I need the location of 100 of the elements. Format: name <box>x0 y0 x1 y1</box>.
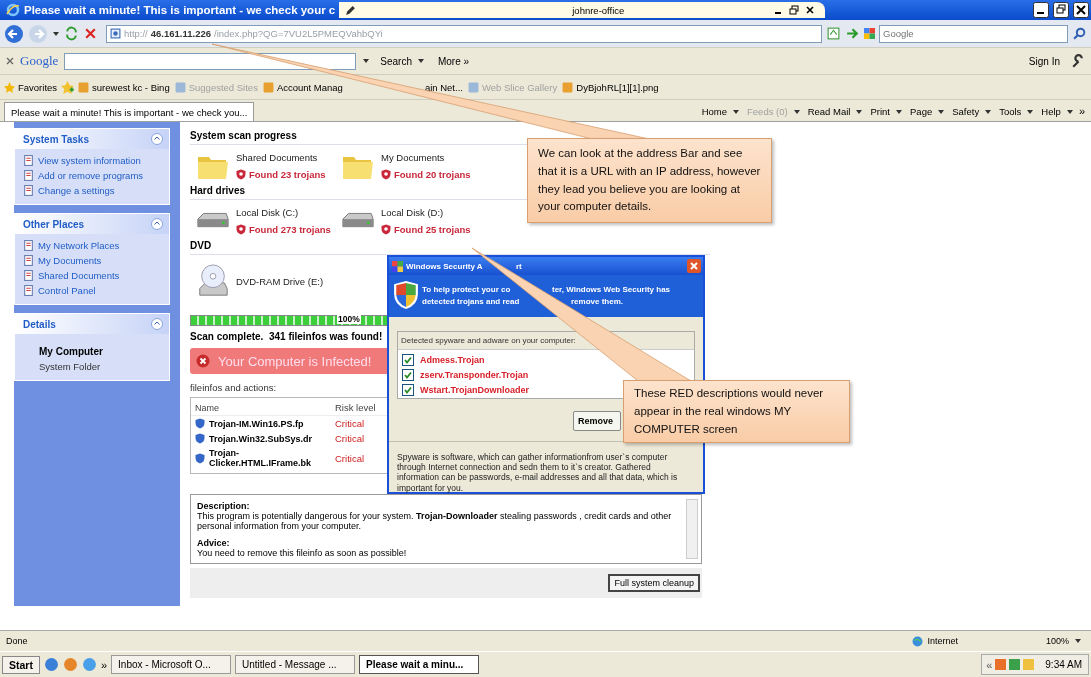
task-link[interactable]: My Network Places <box>38 240 120 251</box>
search-field[interactable] <box>64 52 357 70</box>
task-link[interactable]: My Documents <box>38 255 102 266</box>
taskbar-button[interactable]: Inbox - Microsoft O... <box>111 655 232 674</box>
start-button[interactable]: Start <box>2 655 40 674</box>
sign-in-button[interactable]: Sign In <box>1024 53 1064 69</box>
back-icon[interactable] <box>4 23 24 44</box>
checkbox[interactable] <box>402 369 414 381</box>
threat-name: zserv.Transponder.Trojan <box>420 370 529 380</box>
scan-result: Found 25 trojans <box>394 224 471 235</box>
command-button[interactable]: Tools <box>995 102 1038 121</box>
command-button[interactable]: Page <box>906 102 949 121</box>
panel-title: System Tasks <box>23 133 89 145</box>
security-zone: Internet <box>927 636 958 646</box>
taskbar-button[interactable]: Untitled - Message ... <box>235 655 356 674</box>
callout-note: We can look at the address Bar and see that it is a URL with an IP address, however they lead you believe you are looking at your computer details. <box>527 138 772 224</box>
scan-result: Found 273 trojans <box>249 224 331 235</box>
add-favorite-icon[interactable] <box>60 79 76 95</box>
drive-name: Local Disk (C:) <box>236 207 300 218</box>
collapse-icon[interactable] <box>151 318 163 330</box>
address-bar[interactable]: http:// 46.161.11.226 /index.php?QG=7VU2L5PMEQVahbQYi <box>106 24 822 43</box>
remove-button[interactable]: Remove <box>573 411 621 431</box>
page-icon <box>174 81 186 93</box>
tray-chevron[interactable]: « <box>986 658 993 671</box>
callout-note: These RED descriptions would never appear in the real windows MY COMPUTER screen <box>623 380 850 444</box>
compatibility-icon[interactable] <box>826 26 841 41</box>
panel-title: Other Places <box>23 218 85 230</box>
dialog-footer-text: Spyware is software, which can gather informationfrom user`s computer through Internet connection and sedn them to it`s creator. Gathered information can be passwords, e-mail addresses and all that data, which is important for you. <box>396 451 679 495</box>
command-button[interactable]: Home <box>697 102 744 121</box>
checkbox[interactable] <box>402 354 414 366</box>
scan-summary: Scan complete. 341 fileinfos was found! <box>190 331 383 342</box>
google-logo: Google <box>20 53 59 69</box>
page-icon <box>23 270 34 281</box>
favorites-button[interactable]: Favorites <box>2 79 60 95</box>
advice-text: You need to remove this fileinfo as soon as possible! <box>197 547 408 559</box>
caret-icon <box>793 109 800 114</box>
dropdown-icon[interactable] <box>362 57 371 65</box>
restore-icon[interactable] <box>1053 2 1069 18</box>
drive-name: Local Disk (D:) <box>381 207 445 218</box>
stop-icon[interactable] <box>83 26 98 41</box>
taskbar-button[interactable]: Please wait a minu... <box>359 655 480 674</box>
minimize-icon[interactable] <box>1033 2 1049 18</box>
page-icon <box>467 81 479 93</box>
command-button[interactable]: Read Mail <box>803 102 867 121</box>
clock: 9:34 AM <box>1045 659 1082 670</box>
task-link[interactable]: Shared Documents <box>38 270 120 281</box>
caret-icon <box>856 109 863 114</box>
risk-level: Critical <box>335 433 365 444</box>
close-icon[interactable] <box>805 5 816 15</box>
command-button[interactable]: Print <box>866 102 906 121</box>
caret-icon <box>733 109 740 114</box>
search-field[interactable]: Google <box>879 24 1068 43</box>
item-name: My Computer <box>38 346 104 357</box>
column-header: Name <box>195 402 220 413</box>
zoom-button[interactable]: 100% <box>1041 634 1085 648</box>
status-text: Done <box>6 636 28 646</box>
threat-name: Wstart.TrojanDownloader <box>420 385 529 395</box>
search-icon[interactable] <box>1072 26 1087 41</box>
cleanup-button[interactable]: Full system cleanup <box>608 574 700 592</box>
page-icon <box>23 255 34 266</box>
risk-level: Critical <box>335 418 365 429</box>
caret-icon <box>1075 639 1081 643</box>
panel-title: Details <box>23 318 56 330</box>
collapse-icon[interactable] <box>151 133 163 145</box>
overflow-chevron[interactable]: » <box>1076 105 1087 121</box>
dialog-title: rt <box>516 261 522 271</box>
threat-name: Trojan.Win32.SubSys.dr <box>209 433 313 444</box>
task-link[interactable]: Add or remove programs <box>38 170 144 181</box>
command-button[interactable]: Safety <box>948 102 996 121</box>
go-arrow-icon[interactable] <box>845 26 860 41</box>
error-icon <box>196 354 210 368</box>
dialog-title: Windows Security A <box>406 261 484 271</box>
browser-tab[interactable]: Please wait a minute! This is important - we check you... <box>4 102 255 121</box>
advice-heading: Advice: <box>197 537 230 548</box>
task-link[interactable]: View system information <box>38 155 141 166</box>
scrollbar[interactable] <box>686 499 698 559</box>
more-button[interactable]: More » <box>433 53 474 69</box>
favorite-link[interactable]: surewest kc - Bing <box>76 79 172 95</box>
search-button[interactable]: Search <box>376 53 428 69</box>
restore-icon[interactable] <box>789 5 800 15</box>
collapse-icon[interactable] <box>151 218 163 230</box>
page-icon <box>562 81 574 93</box>
overflow-chevron[interactable]: » <box>100 658 108 671</box>
favorite-link[interactable]: DyBjohRL[1][1].png <box>560 79 661 95</box>
page-icon <box>262 81 274 93</box>
threat-name: Admess.Trojan <box>420 355 485 365</box>
task-link[interactable]: Control Panel <box>38 285 96 296</box>
dropdown-icon[interactable] <box>52 29 60 38</box>
task-link[interactable]: Change a settings <box>38 185 115 196</box>
dialog-message: remove them. <box>571 296 624 306</box>
threat-name: Trojan-Clicker.HTML.IFrame.bk <box>209 448 313 468</box>
globe-icon[interactable] <box>43 657 59 672</box>
checkbox[interactable] <box>402 384 414 396</box>
caret-icon <box>417 59 424 63</box>
wrench-icon[interactable] <box>1070 53 1085 69</box>
caret-icon <box>938 109 945 114</box>
star-icon <box>4 81 15 93</box>
command-button[interactable]: Help <box>1037 102 1077 121</box>
close-icon[interactable] <box>1073 2 1089 18</box>
progress-bar: 100% <box>190 315 388 326</box>
